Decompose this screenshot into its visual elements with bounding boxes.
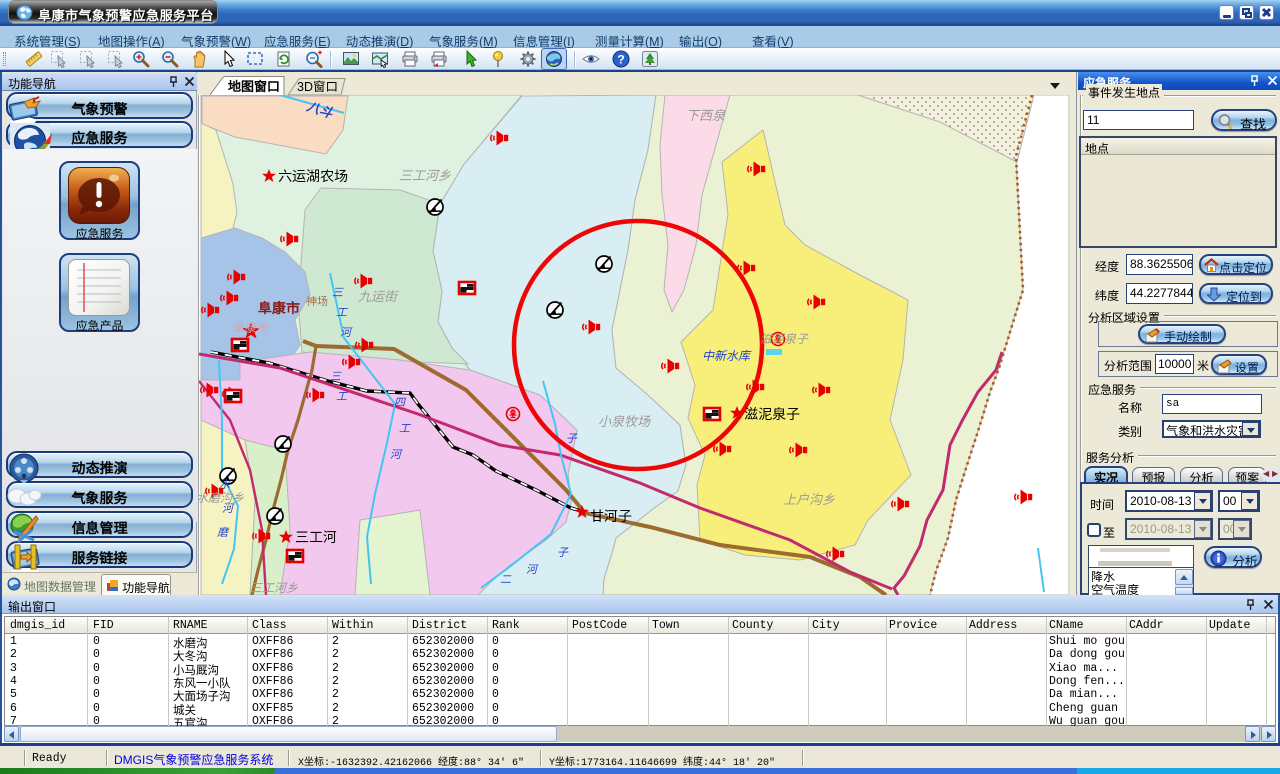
svg-text:子: 子 [566, 433, 578, 445]
svg-text:子: 子 [557, 547, 569, 559]
svg-text:?: ? [617, 53, 624, 67]
svg-text:下西泉: 下西泉 [686, 108, 726, 123]
svg-text:阜康市: 阜康市 [258, 300, 300, 316]
svg-text:三工河: 三工河 [295, 529, 337, 545]
svg-text:三工河乡: 三工河乡 [250, 581, 298, 595]
svg-text:中新水库: 中新水库 [702, 349, 752, 363]
svg-text:二: 二 [500, 574, 512, 586]
svg-text:小泉牧场: 小泉牧场 [598, 414, 651, 429]
svg-text:水: 水 [219, 478, 231, 491]
svg-text:甘河子: 甘河子 [590, 508, 632, 524]
svg-text:神场: 神场 [306, 295, 328, 308]
svg-text:上户沟乡: 上户沟乡 [783, 492, 835, 507]
svg-text:三: 三 [330, 371, 342, 383]
svg-text:六运湖农场: 六运湖农场 [278, 168, 348, 184]
svg-text:滋泥泉子: 滋泥泉子 [760, 332, 809, 346]
svg-text:阜康市: 阜康市 [232, 321, 270, 335]
svg-text:滋泥泉子: 滋泥泉子 [744, 406, 800, 422]
svg-text:九运街: 九运街 [358, 289, 399, 304]
svg-text:工: 工 [336, 391, 348, 403]
svg-text:3D窗口: 3D窗口 [297, 80, 338, 94]
svg-text:三: 三 [332, 287, 344, 299]
svg-text:工: 工 [336, 307, 348, 319]
svg-text:工: 工 [399, 423, 411, 435]
svg-text:三工河乡: 三工河乡 [399, 168, 451, 183]
svg-text:地图窗口: 地图窗口 [227, 79, 280, 94]
